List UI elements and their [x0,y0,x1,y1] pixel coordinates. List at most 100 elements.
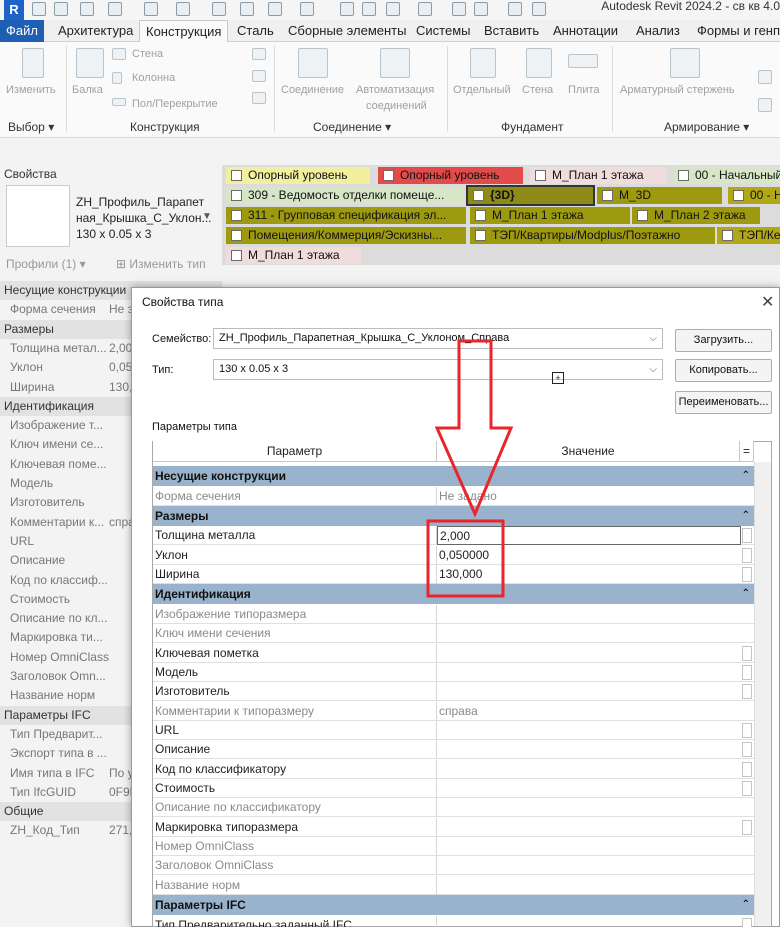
thin-lines-icon[interactable] [474,2,488,16]
house-icon[interactable] [418,2,432,16]
grid-row[interactable]: Толщина металла 2,000 [153,526,754,546]
view-tab[interactable]: М_План 2 этажа [632,207,760,224]
save-icon[interactable] [54,2,68,16]
view-tab[interactable]: 00 - Начальный [673,167,780,184]
column-header-extra[interactable]: = [740,441,754,462]
formula-button[interactable] [742,645,752,661]
close-icon[interactable]: ✕ [761,292,774,312]
grid-row[interactable]: Изготовитель [153,682,754,702]
wall-icon[interactable] [112,48,126,60]
view-tab[interactable]: Опорный уровень [226,167,370,184]
slab-foundation-icon[interactable] [568,54,598,68]
grid-row[interactable]: Ключевая пометка [153,643,754,663]
view-tab[interactable]: {3D} [466,185,595,206]
grid-row[interactable]: Номер OmniClass [153,837,754,857]
print-icon[interactable] [212,2,226,16]
wall-button[interactable]: Стена [132,48,163,60]
type-selector-line2[interactable]: ная_Крышка_С_Уклон... [76,211,212,225]
grid-row[interactable]: Заголовок OmniClass [153,856,754,876]
rename-button[interactable]: Переименовать... [675,391,772,414]
tab-massing-site[interactable]: Формы и генплан [691,20,780,42]
collapse-icon[interactable]: ⌃ [742,584,750,604]
collapse-icon[interactable]: ⌃ [742,895,750,915]
formula-button[interactable] [742,917,752,927]
formula-button[interactable] [742,528,752,544]
type-select[interactable]: 130 x 0.05 x 3 ⌵ [213,359,663,380]
formula-button[interactable] [742,761,752,777]
panel-connection[interactable]: Соединение ▾ [313,120,391,134]
formula-button[interactable] [742,723,752,738]
tab-insert[interactable]: Вставить [478,20,545,42]
tab-annotate[interactable]: Аннотации [547,20,624,42]
switch-windows-icon[interactable] [532,2,546,16]
grid-section-header[interactable]: Несущие конструкции ⌃ [153,466,754,486]
section-icon[interactable] [452,2,466,16]
properties-filter[interactable]: Профили (1) ▾ [6,257,86,271]
view-tab[interactable]: ТЭП/Квартиры/Modplus/Поэтажно [470,227,715,244]
formula-button[interactable] [742,547,752,563]
measure-icon[interactable] [240,2,254,16]
grid-param-value[interactable]: 0,050000 [439,546,739,565]
grid-row[interactable]: URL [153,721,754,740]
grid-param-value[interactable]: 2,000 [437,526,741,546]
beam-button[interactable]: Балка [72,84,103,96]
wall-foundation-icon[interactable] [526,48,552,78]
grid-row[interactable]: Название норм [153,875,754,895]
grid-row[interactable]: Маркировка типоразмера [153,817,754,837]
grid-section-header[interactable]: Размеры ⌃ [153,505,754,526]
slab-foundation-button[interactable]: Плита [568,84,600,96]
connection-icon[interactable] [298,48,328,78]
path-reinforcement-icon[interactable] [758,98,772,112]
grid-row[interactable]: Описание по классификатору [153,798,754,818]
modify-cursor-icon[interactable] [22,48,44,78]
view-tab[interactable]: М_План 1 этажа [470,207,630,224]
grid-row[interactable]: Изображение типоразмера [153,604,754,624]
rebar-icon[interactable] [670,48,700,78]
beam-system-icon[interactable] [252,92,266,104]
collapse-icon[interactable]: ⌃ [742,506,750,526]
tab-analyze[interactable]: Анализ [630,20,686,42]
grid-param-value[interactable]: 130,000 [439,565,739,584]
type-selector-line3[interactable]: 130 x 0.05 x 3 [76,227,151,241]
tab-systems[interactable]: Системы [410,20,476,42]
tab-file[interactable]: Файл [0,20,44,42]
floor-icon[interactable] [112,98,126,106]
formula-button[interactable] [742,742,752,758]
column-header-parameter[interactable]: Параметр [153,441,437,462]
tag-icon[interactable] [300,2,314,16]
grid-row[interactable]: Форма сечения Не задано [153,486,754,506]
grid-row[interactable]: Модель [153,662,754,682]
tab-structure[interactable]: Конструкция [139,20,229,42]
view-tab[interactable]: 00 - Н [728,187,780,204]
formula-button[interactable] [742,684,752,700]
revit-logo-icon[interactable]: R [4,0,24,20]
modify-button[interactable]: Изменить [6,84,56,96]
view-tab[interactable]: Опорный уровень [378,167,523,184]
view-tab[interactable]: ТЭП/Ке [717,227,780,244]
grid-row[interactable]: Ключ имени сечения [153,624,754,644]
isolated-foundation-button[interactable]: Отдельный [453,84,511,96]
view-tab[interactable]: Помещения/Коммерция/Эскизны... [226,227,466,244]
3d-view-icon[interactable] [386,2,400,16]
formula-button[interactable] [742,819,752,835]
rebar-button[interactable]: Арматурный стержень [620,84,735,96]
grid-section-header[interactable]: Идентификация ⌃ [153,584,754,605]
save-icon[interactable] [80,2,94,16]
text-icon[interactable] [362,2,376,16]
grid-row[interactable]: Уклон 0,050000 [153,545,754,565]
grid-row[interactable]: Тип Предварительно заданный IFC [153,915,754,927]
brace-icon[interactable] [252,70,266,82]
formula-button[interactable] [742,664,752,680]
column-button[interactable]: Колонна [132,72,175,84]
beam-icon[interactable] [76,48,104,78]
sync-icon[interactable] [108,2,122,16]
grid-row[interactable]: Стоимость [153,779,754,799]
column-icon[interactable] [112,72,122,84]
view-tab[interactable]: 311 - Групповая спецификация эл... [226,207,466,224]
floor-button[interactable]: Пол/Перекрытие [132,98,218,110]
family-select[interactable]: ZH_Профиль_Парапетная_Крышка_С_Уклоном_С… [213,328,663,349]
copy-button[interactable]: Копировать... [675,359,772,382]
collapse-icon[interactable]: ⌃ [742,466,750,486]
grid-scrollbar[interactable] [754,462,771,926]
auto-connection-icon[interactable] [380,48,410,78]
